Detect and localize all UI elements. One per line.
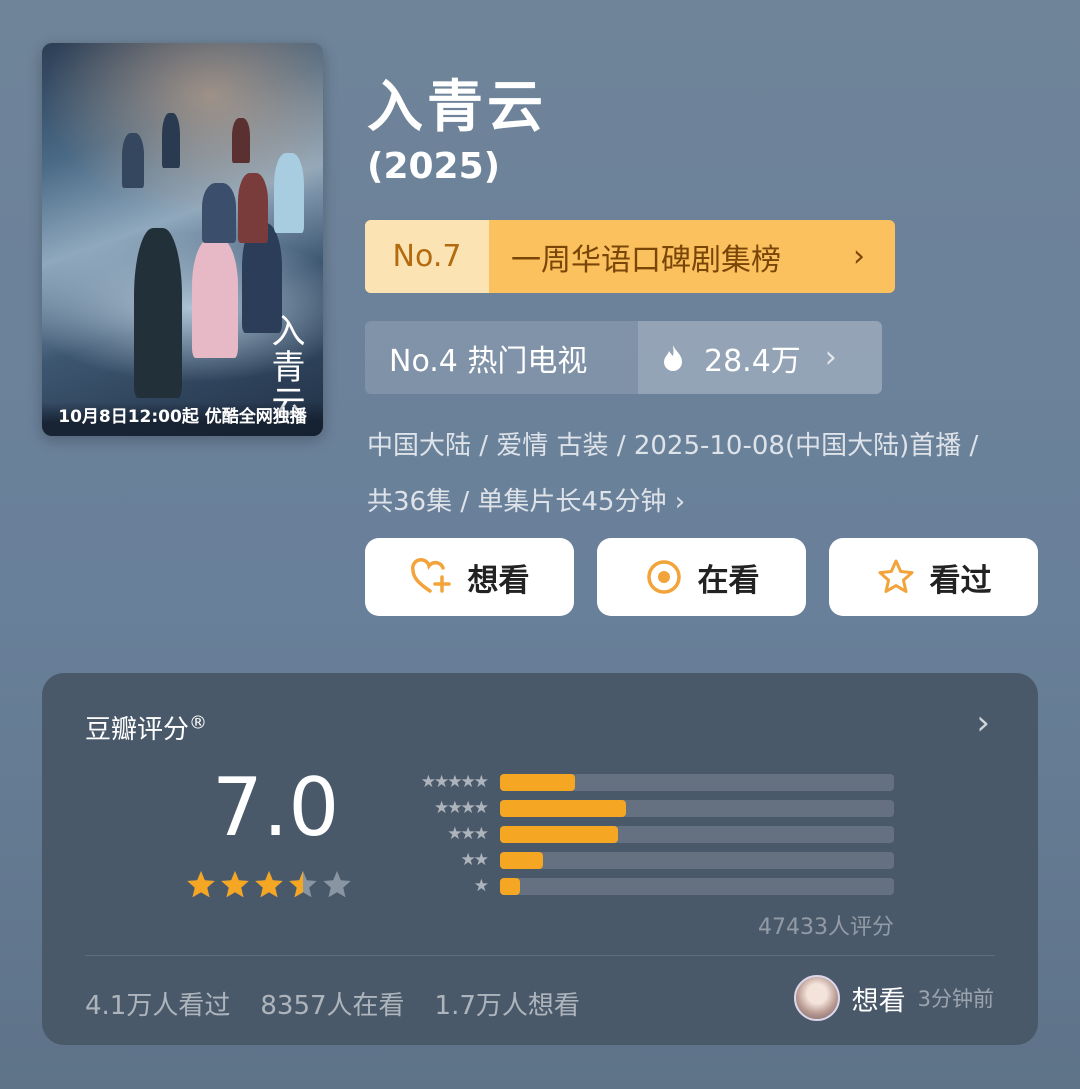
rating-bar-fill xyxy=(500,773,575,791)
mini-stars-icon: ★★★★ xyxy=(434,798,489,818)
want-count: 1.7万人想看 xyxy=(434,991,580,1021)
rating-bar-track xyxy=(500,773,894,791)
show-metadata[interactable]: 中国大陆 / 爱情 古装 / 2025-10-08(中国大陆)首播 / 共36集… xyxy=(367,418,1047,530)
viewer-stats: 4.1万人看过 8357人在看 1.7万人想看 xyxy=(85,985,580,1022)
poster-figure xyxy=(192,238,238,358)
rating-star-icon xyxy=(323,871,351,898)
metadata-line-1: 中国大陆 / 爱情 古装 / 2025-10-08(中国大陆)首播 / xyxy=(367,431,979,461)
heart-plus-icon xyxy=(410,558,451,593)
ranking-badge-weekly[interactable]: No.7 一周华语口碑剧集榜 › xyxy=(365,220,895,293)
rating-stars xyxy=(185,869,353,901)
rating-bar-track xyxy=(500,851,894,869)
friend-status-time: 3分钟前 xyxy=(917,987,994,1011)
rating-distribution: ★★★★★ ★★★★ ★★★ ★★ ★ xyxy=(387,769,894,899)
hot-rank-label: No.4 热门电视 xyxy=(389,343,588,379)
mini-stars-icon: ★ xyxy=(473,876,489,896)
rank-number: No.7 xyxy=(365,220,489,293)
rating-bar-fill xyxy=(500,877,520,895)
mini-stars-icon: ★★ xyxy=(460,850,489,870)
rating-bar-row: ★★★★ xyxy=(387,795,894,821)
friend-activity[interactable]: 想看 3分钟前 xyxy=(793,975,994,1021)
chevron-right-icon: › xyxy=(853,239,865,274)
flame-icon xyxy=(664,344,682,371)
chevron-right-icon[interactable]: › xyxy=(976,703,990,743)
ranking-badge-hot[interactable]: No.4 热门电视 28.4万 › xyxy=(365,321,882,394)
watching-button[interactable]: 在看 xyxy=(597,538,806,616)
rating-bar-row: ★★★★★ xyxy=(387,769,894,795)
rating-header: 豆瓣评分® xyxy=(85,709,207,746)
poster-figure xyxy=(122,133,144,188)
star-outline-icon xyxy=(878,559,913,593)
rating-bar-fill xyxy=(500,851,544,869)
rating-bar-row: ★★★ xyxy=(387,821,894,847)
rating-star-icon xyxy=(255,871,283,898)
heat-value: 28.4万 xyxy=(704,343,801,379)
chevron-right-icon: › xyxy=(824,340,837,375)
metadata-line-2: 共36集 / 单集片长45分钟 › xyxy=(367,487,686,517)
poster-figure xyxy=(232,118,250,163)
rank-list-name: 一周华语口碑剧集榜 xyxy=(511,242,781,278)
rating-star-icon xyxy=(221,871,249,898)
watched-count: 4.1万人看过 xyxy=(85,991,231,1021)
rating-count: 47433人评分 xyxy=(758,915,894,940)
rating-bar-row: ★ xyxy=(387,873,894,899)
page-title: 入青云 xyxy=(367,75,547,140)
want-to-watch-button[interactable]: 想看 xyxy=(365,538,574,616)
poster-figure xyxy=(202,183,236,243)
registered-mark: ® xyxy=(189,712,208,734)
rating-star-icon xyxy=(289,871,317,898)
mini-stars-icon: ★★★★★ xyxy=(420,772,489,792)
circle-dot-icon xyxy=(646,560,681,594)
divider xyxy=(85,955,995,956)
heat-value-section: 28.4万 › xyxy=(638,321,882,394)
watching-label: 在看 xyxy=(697,562,760,599)
mini-stars-icon: ★★★ xyxy=(447,824,489,844)
rating-header-label: 豆瓣评分 xyxy=(85,715,190,745)
poster-figure xyxy=(134,228,182,398)
rating-score: 7.0 xyxy=(212,761,340,854)
rating-star-icon xyxy=(187,871,215,898)
poster-image[interactable]: 入青云 10月8日12:00起 优酷全网独播 xyxy=(42,43,323,436)
rating-bar-track xyxy=(500,799,894,817)
watched-button[interactable]: 看过 xyxy=(829,538,1038,616)
rating-bar-fill xyxy=(500,825,619,843)
poster-caption: 10月8日12:00起 优酷全网独播 xyxy=(42,402,323,436)
poster-figure xyxy=(162,113,180,168)
want-to-watch-label: 想看 xyxy=(467,562,530,599)
poster-figure xyxy=(238,173,268,243)
rating-bar-track xyxy=(500,825,894,843)
rating-bar-track xyxy=(500,877,894,895)
friend-status: 想看 xyxy=(851,985,906,1017)
watching-count: 8357人在看 xyxy=(260,991,405,1021)
release-year: (2025) xyxy=(367,146,501,187)
rating-bar-fill xyxy=(500,799,627,817)
douban-rating-card[interactable]: 豆瓣评分® › 7.0 ★★★★★ ★★★★ ★★★ ★★ ★ 47433人评分 4.1… xyxy=(42,673,1038,1045)
rating-bar-row: ★★ xyxy=(387,847,894,873)
watched-label: 看过 xyxy=(929,562,992,599)
poster-figure xyxy=(274,153,304,233)
avatar[interactable] xyxy=(793,975,840,1021)
